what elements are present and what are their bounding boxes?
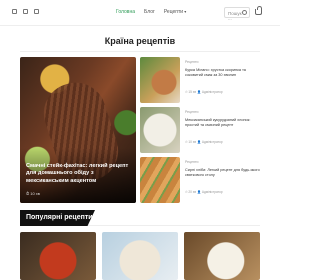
article-author[interactable]: Адміністратор: [202, 90, 223, 94]
article-title[interactable]: Мексиканський кукурудзяний хлопок: прост…: [185, 118, 260, 129]
article-thumbnail[interactable]: [140, 57, 180, 103]
main-nav: Головна Блог Рецепти: [116, 9, 186, 15]
hero-time: 10 хв: [30, 191, 40, 196]
article-time: 10 хв: [188, 140, 197, 144]
article-time: 15 хв: [188, 90, 197, 94]
instagram-icon[interactable]: [12, 9, 17, 14]
article-category[interactable]: Рецепти: [185, 110, 199, 114]
side-article[interactable]: Рецепти Сирні хліби: Легкий рецепт для б…: [140, 157, 260, 203]
hero-article[interactable]: Смачні стейк-фахітас: легкий рецепт для …: [20, 57, 136, 203]
twitter-icon[interactable]: [23, 9, 28, 14]
popular-label-bg: Популярні рецепти: [20, 210, 95, 226]
article-author[interactable]: Адміністратор: [202, 140, 223, 144]
pinterest-icon[interactable]: [34, 9, 39, 14]
search-placeholder: Пошук ...: [228, 10, 242, 21]
cart-icon[interactable]: [255, 6, 262, 15]
article-time: 20 хв: [188, 190, 197, 194]
hero-meta: ⏱ 10 хв: [26, 191, 40, 196]
article-title[interactable]: Сирні хліби: Легкий рецепт для будь-яког…: [185, 168, 260, 179]
article-meta: ⏱ 10 хв 👤 Адміністратор: [185, 140, 223, 144]
popular-recipe-thumbnail[interactable]: [102, 232, 178, 280]
article-author[interactable]: Адміністратор: [202, 190, 223, 194]
social-links: [12, 9, 39, 14]
nav-item-recipes[interactable]: Рецепти: [164, 9, 186, 15]
article-meta: ⏱ 20 хв 👤 Адміністратор: [185, 190, 223, 194]
page-title: Країна рецептів: [104, 36, 176, 46]
popular-recipe-thumbnail[interactable]: [20, 232, 96, 280]
popular-section-title: Популярні рецепти: [26, 214, 93, 221]
divider: [20, 51, 260, 52]
article-meta: ⏱ 15 хв 👤 Адміністратор: [185, 90, 223, 94]
search-icon[interactable]: [242, 10, 247, 15]
popular-section-header: Популярні рецепти: [20, 210, 260, 226]
hero-title[interactable]: Смачні стейк-фахітас: легкий рецепт для …: [26, 163, 130, 185]
side-article[interactable]: Рецепти Мексиканський кукурудзяний хлопо…: [140, 107, 260, 153]
nav-item-blog[interactable]: Блог: [144, 9, 155, 15]
article-thumbnail[interactable]: [140, 157, 180, 203]
article-category[interactable]: Рецепти: [185, 160, 199, 164]
top-bar: Головна Блог Рецепти Пошук ...: [0, 0, 280, 26]
article-thumbnail[interactable]: [140, 107, 180, 153]
side-article[interactable]: Рецепти Курка Мілано: хрустка скоринка т…: [140, 57, 260, 103]
article-category[interactable]: Рецепти: [185, 60, 199, 64]
article-title[interactable]: Курка Мілано: хрустка скоринка та сокови…: [185, 68, 260, 79]
nav-item-home[interactable]: Головна: [116, 9, 135, 15]
popular-recipe-thumbnail[interactable]: [184, 232, 260, 280]
search-input[interactable]: Пошук ...: [224, 7, 250, 21]
